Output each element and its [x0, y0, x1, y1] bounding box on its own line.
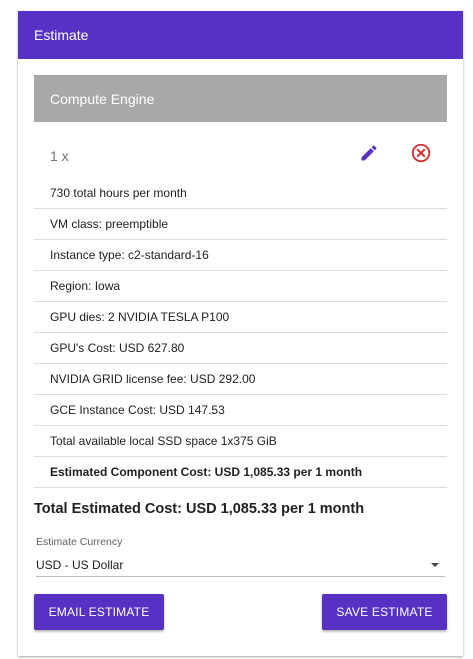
estimate-title: Estimate	[34, 27, 89, 43]
item-quantity-row: 1 x	[34, 139, 447, 171]
detail-region: Region: Iowa	[34, 271, 447, 302]
caret-down-icon	[431, 563, 439, 567]
detail-component-cost: Estimated Component Cost: USD 1,085.33 p…	[34, 457, 447, 488]
detail-gpu-dies: GPU dies: 2 NVIDIA TESLA P100	[34, 302, 447, 333]
email-estimate-button[interactable]: EMAIL ESTIMATE	[34, 594, 164, 630]
detail-vm-class: VM class: preemptible	[34, 209, 447, 240]
estimate-card: Estimate Compute Engine 1 x 730 total ho…	[18, 11, 463, 656]
item-details-list: 730 total hours per month VM class: pree…	[34, 178, 447, 488]
estimate-header: Estimate	[18, 11, 463, 59]
remove-item-button[interactable]	[407, 139, 435, 167]
pencil-icon	[361, 145, 377, 161]
currency-value: USD - US Dollar	[36, 557, 124, 572]
edit-item-button[interactable]	[355, 139, 383, 167]
detail-local-ssd: Total available local SSD space 1x375 Gi…	[34, 426, 447, 457]
currency-label: Estimate Currency	[36, 536, 123, 548]
detail-hours: 730 total hours per month	[34, 178, 447, 209]
save-estimate-button[interactable]: SAVE ESTIMATE	[322, 594, 447, 630]
compute-engine-section-title: Compute Engine	[34, 75, 447, 122]
detail-instance-type: Instance type: c2-standard-16	[34, 240, 447, 271]
close-circle-icon	[411, 143, 431, 163]
section-title-text: Compute Engine	[50, 90, 155, 107]
detail-grid-license: NVIDIA GRID license fee: USD 292.00	[34, 364, 447, 395]
currency-select[interactable]: USD - US Dollar	[36, 553, 445, 577]
detail-gce-cost: GCE Instance Cost: USD 147.53	[34, 395, 447, 426]
total-estimated-cost: Total Estimated Cost: USD 1,085.33 per 1…	[34, 501, 365, 517]
item-quantity: 1 x	[50, 148, 69, 164]
detail-gpu-cost: GPU's Cost: USD 627.80	[34, 333, 447, 364]
